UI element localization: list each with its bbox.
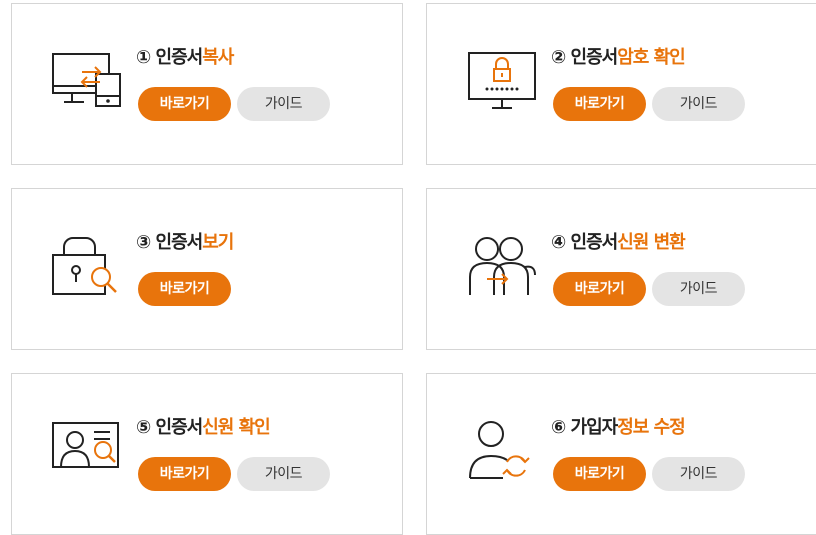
id-card-search-icon — [50, 420, 124, 484]
go-button[interactable]: 바로가기 — [553, 272, 646, 306]
go-button[interactable]: 바로가기 — [138, 272, 231, 306]
card-number: ③ — [136, 232, 151, 253]
card-title-highlight: 신원 확인 — [202, 417, 271, 438]
card-subscriber-info-edit: ⑥ 가입자정보 수정 바로가기 가이드 — [426, 373, 816, 535]
card-certificate-password-check: ② 인증서암호 확인 바로가기 가이드 — [426, 3, 816, 165]
card-number: ⑥ — [551, 417, 566, 438]
card-title: ① 인증서복사 — [136, 47, 234, 69]
card-title-prefix: 인증서 — [155, 232, 204, 253]
card-title-prefix: 인증서 — [570, 47, 619, 68]
card-certificate-copy: ① 인증서복사 바로가기 가이드 — [11, 3, 403, 165]
card-title: ③ 인증서보기 — [136, 232, 234, 254]
card-title-highlight: 신원 변환 — [617, 232, 686, 253]
card-title-prefix: 인증서 — [570, 232, 619, 253]
users-convert-icon — [467, 235, 541, 299]
card-title-prefix: 인증서 — [155, 417, 204, 438]
card-certificate-view: ③ 인증서보기 바로가기 — [11, 188, 403, 350]
lock-search-icon — [50, 235, 124, 299]
card-number: ④ — [551, 232, 566, 253]
guide-button[interactable]: 가이드 — [237, 87, 330, 121]
monitor-lock-icon — [465, 50, 539, 114]
go-button[interactable]: 바로가기 — [553, 87, 646, 121]
card-number: ① — [136, 47, 151, 68]
card-number: ⑤ — [136, 417, 151, 438]
card-title-prefix: 가입자 — [570, 417, 619, 438]
card-number: ② — [551, 47, 566, 68]
card-title: ④ 인증서신원 변환 — [551, 232, 686, 254]
card-title-prefix: 인증서 — [155, 47, 204, 68]
card-title-highlight: 암호 확인 — [617, 47, 686, 68]
card-title: ⑤ 인증서신원 확인 — [136, 417, 271, 439]
guide-button[interactable]: 가이드 — [652, 87, 745, 121]
card-title-highlight: 복사 — [202, 47, 234, 68]
card-title-highlight: 보기 — [202, 232, 234, 253]
card-certificate-identity-check: ⑤ 인증서신원 확인 바로가기 가이드 — [11, 373, 403, 535]
go-button[interactable]: 바로가기 — [138, 87, 231, 121]
card-title-highlight: 정보 수정 — [617, 417, 686, 438]
user-refresh-icon — [467, 420, 541, 484]
card-title: ② 인증서암호 확인 — [551, 47, 686, 69]
computer-copy-icon — [50, 50, 124, 114]
guide-button[interactable]: 가이드 — [652, 272, 745, 306]
card-title: ⑥ 가입자정보 수정 — [551, 417, 686, 439]
card-certificate-identity-convert: ④ 인증서신원 변환 바로가기 가이드 — [426, 188, 816, 350]
